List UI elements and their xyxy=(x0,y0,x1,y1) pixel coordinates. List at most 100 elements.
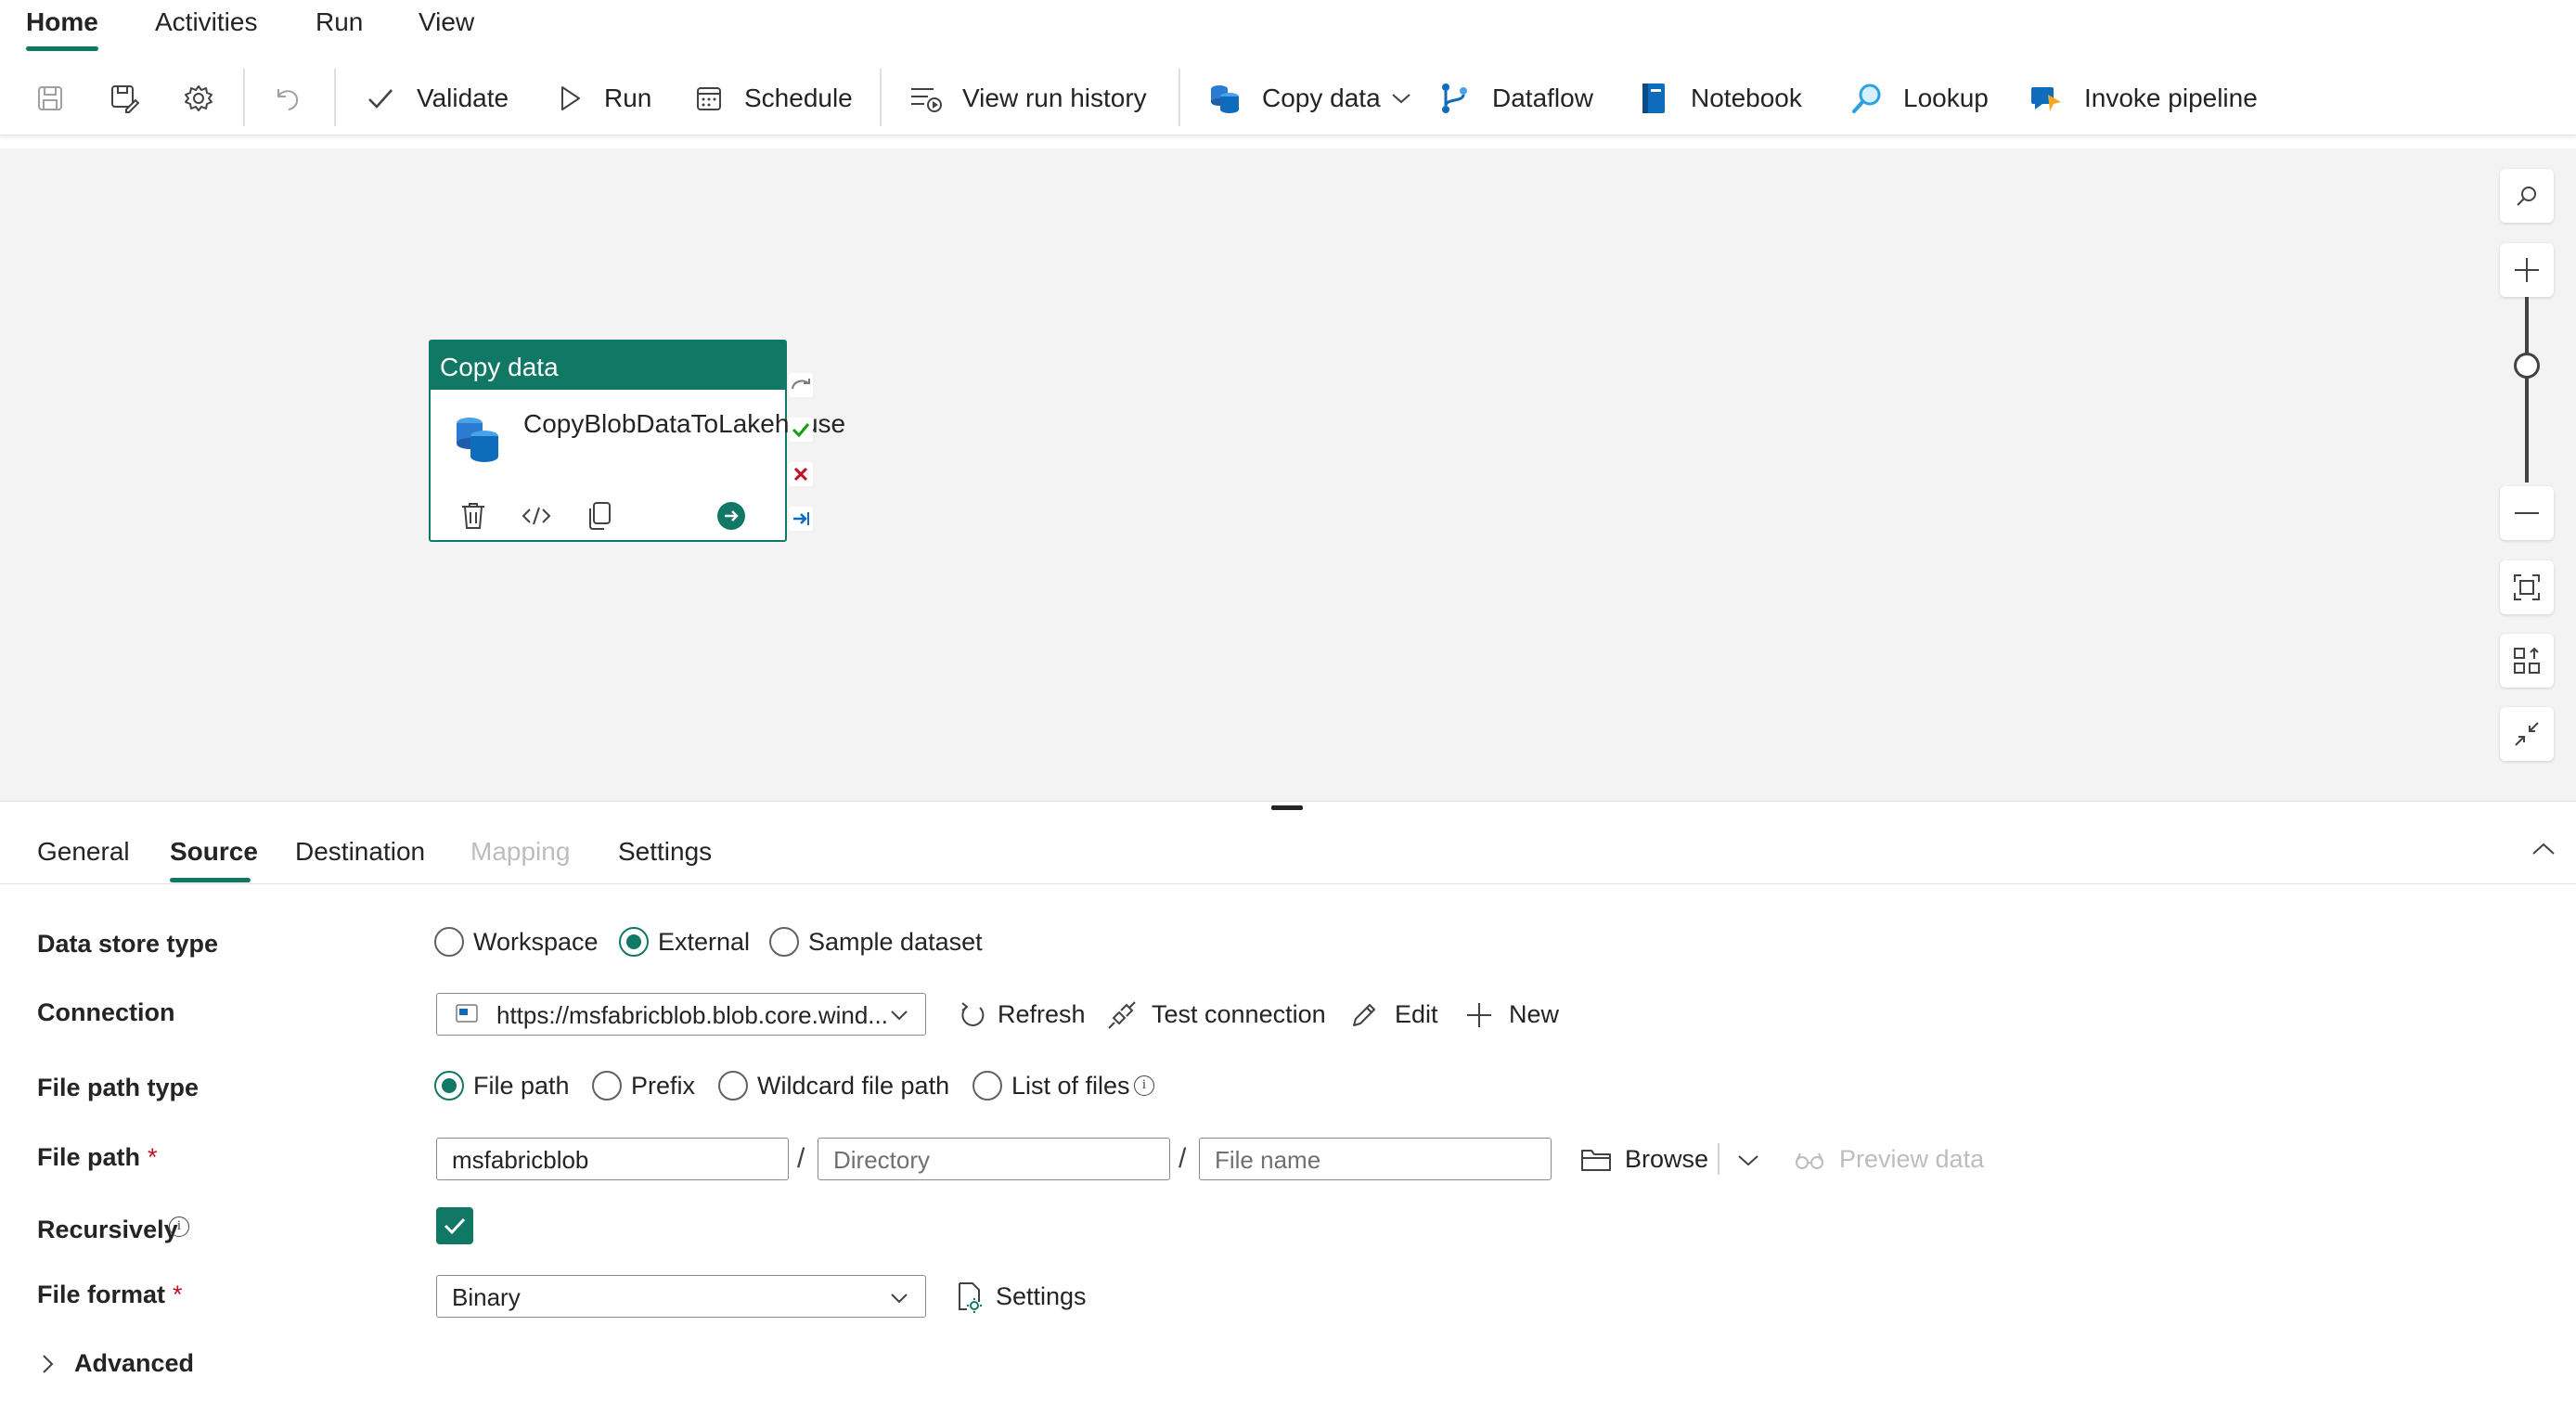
invoke-pipeline-icon xyxy=(2029,80,2066,117)
edit-icon xyxy=(1346,997,1383,1034)
radio-sample-dataset-label: Sample dataset xyxy=(808,928,983,956)
play-icon xyxy=(551,80,588,117)
notebook-icon xyxy=(1635,80,1672,117)
file-path-label: File path * xyxy=(37,1143,158,1171)
radio-file-path-label: File path xyxy=(473,1072,570,1100)
menu-tab-activities[interactable]: Activities xyxy=(155,7,257,37)
run-history-icon xyxy=(908,80,945,117)
skip-icon[interactable] xyxy=(789,373,813,397)
run-button[interactable]: Run xyxy=(604,84,651,113)
refresh-button[interactable]: Refresh xyxy=(998,1000,1086,1029)
chevron-up-icon[interactable] xyxy=(2531,841,2556,857)
radio-list-of-files[interactable] xyxy=(972,1071,1002,1101)
chevron-right-icon[interactable] xyxy=(41,1353,56,1375)
splitter-grip[interactable] xyxy=(1271,805,1303,810)
toolbar-separator xyxy=(334,69,336,126)
calendar-icon xyxy=(690,80,728,117)
edit-button[interactable]: Edit xyxy=(1395,1000,1438,1029)
lookup-button[interactable]: Lookup xyxy=(1903,84,1989,113)
zoom-in-icon[interactable] xyxy=(2500,243,2554,297)
radio-external-label: External xyxy=(658,928,751,956)
fit-to-screen-icon[interactable] xyxy=(2500,560,2554,614)
zoom-slider-track[interactable] xyxy=(2525,297,2529,483)
copy-data-button[interactable]: Copy data xyxy=(1262,84,1381,113)
chevron-down-icon[interactable] xyxy=(1383,80,1420,117)
radio-prefix[interactable] xyxy=(592,1071,622,1101)
radio-sample-dataset[interactable] xyxy=(769,927,799,957)
path-separator: / xyxy=(797,1143,805,1174)
activity-type-label: Copy data xyxy=(431,341,785,390)
test-connection-button[interactable]: Test connection xyxy=(1152,1000,1326,1029)
tab-source[interactable]: Source xyxy=(170,837,258,867)
info-icon[interactable]: i xyxy=(1134,1075,1154,1096)
browse-separator xyxy=(1718,1143,1719,1175)
connection-select[interactable]: https://msfabricblob.blob.core.wind... xyxy=(436,993,926,1036)
file-format-settings-button[interactable]: Settings xyxy=(996,1282,1087,1311)
validate-button[interactable]: Validate xyxy=(417,84,509,113)
data-store-type-label: Data store type xyxy=(37,930,219,958)
copy-data-activity[interactable]: Copy data CopyBlobDataToLakehouse xyxy=(429,340,846,542)
file-format-select[interactable]: Binary xyxy=(436,1275,926,1318)
chevron-down-icon[interactable] xyxy=(1730,1141,1767,1178)
directory-input[interactable]: Directory xyxy=(818,1138,1170,1180)
schedule-button[interactable]: Schedule xyxy=(744,84,853,113)
gear-icon[interactable] xyxy=(180,80,217,117)
pipeline-canvas[interactable] xyxy=(0,148,2576,801)
format-settings-icon xyxy=(950,1279,987,1316)
radio-wildcard-file-path[interactable] xyxy=(718,1071,748,1101)
file-format-label: File format * xyxy=(37,1281,183,1308)
toolbar-separator xyxy=(880,69,882,126)
radio-file-path[interactable] xyxy=(434,1071,464,1101)
fail-icon[interactable] xyxy=(789,462,813,486)
save-as-icon[interactable] xyxy=(106,80,143,117)
notebook-button[interactable]: Notebook xyxy=(1691,84,1802,113)
tab-general[interactable]: General xyxy=(37,837,130,867)
chevron-down-icon[interactable] xyxy=(890,1010,908,1021)
advanced-toggle[interactable]: Advanced xyxy=(74,1349,194,1378)
radio-workspace-label: Workspace xyxy=(473,928,599,956)
checkmark-icon xyxy=(362,80,399,117)
radio-workspace[interactable] xyxy=(434,927,464,957)
view-run-history-button[interactable]: View run history xyxy=(962,84,1147,113)
activity-name: CopyBlobDataToLakehouse xyxy=(523,409,846,438)
auto-align-icon[interactable] xyxy=(2500,634,2554,688)
menu-tab-view[interactable]: View xyxy=(419,7,474,37)
success-icon[interactable] xyxy=(789,418,813,442)
menu-tab-run[interactable]: Run xyxy=(316,7,363,37)
copy-icon[interactable] xyxy=(583,499,616,533)
glasses-icon xyxy=(1791,1141,1828,1178)
tab-active-indicator xyxy=(170,878,251,882)
tab-destination[interactable]: Destination xyxy=(295,837,425,867)
completion-icon[interactable] xyxy=(789,507,813,531)
dataflow-button[interactable]: Dataflow xyxy=(1492,84,1593,113)
save-icon[interactable] xyxy=(32,80,69,117)
required-marker: * xyxy=(173,1281,183,1308)
file-path-container-input[interactable]: msfabricblob xyxy=(436,1138,789,1180)
tab-divider xyxy=(0,883,2576,884)
delete-icon[interactable] xyxy=(457,499,490,533)
copy-data-icon xyxy=(1206,80,1243,117)
radio-wildcard-file-path-label: Wildcard file path xyxy=(757,1072,950,1100)
collapse-icon[interactable] xyxy=(2500,707,2554,761)
radio-external[interactable] xyxy=(619,927,649,957)
connection-value: https://msfabricblob.blob.core.wind... xyxy=(496,1001,888,1029)
menu-tab-home[interactable]: Home xyxy=(26,7,98,37)
tab-settings[interactable]: Settings xyxy=(618,837,712,867)
code-icon[interactable] xyxy=(520,499,553,533)
file-name-input[interactable]: File name xyxy=(1199,1138,1552,1180)
toolbar-separator xyxy=(1179,69,1180,126)
info-icon[interactable]: i xyxy=(169,1216,189,1237)
search-icon[interactable] xyxy=(2500,169,2554,223)
preview-data-button: Preview data xyxy=(1839,1145,1985,1173)
zoom-slider-thumb[interactable] xyxy=(2514,353,2540,379)
recursively-checkbox[interactable] xyxy=(436,1207,473,1244)
arrow-right-circle-icon[interactable] xyxy=(715,499,748,533)
invoke-pipeline-button[interactable]: Invoke pipeline xyxy=(2084,84,2258,113)
path-separator: / xyxy=(1179,1143,1187,1174)
zoom-out-icon[interactable] xyxy=(2500,486,2554,540)
browse-button[interactable]: Browse xyxy=(1625,1145,1708,1174)
undo-icon[interactable] xyxy=(269,80,306,117)
chevron-down-icon[interactable] xyxy=(890,1293,908,1304)
connection-label: Connection xyxy=(37,998,175,1026)
new-connection-button[interactable]: New xyxy=(1509,1000,1559,1029)
